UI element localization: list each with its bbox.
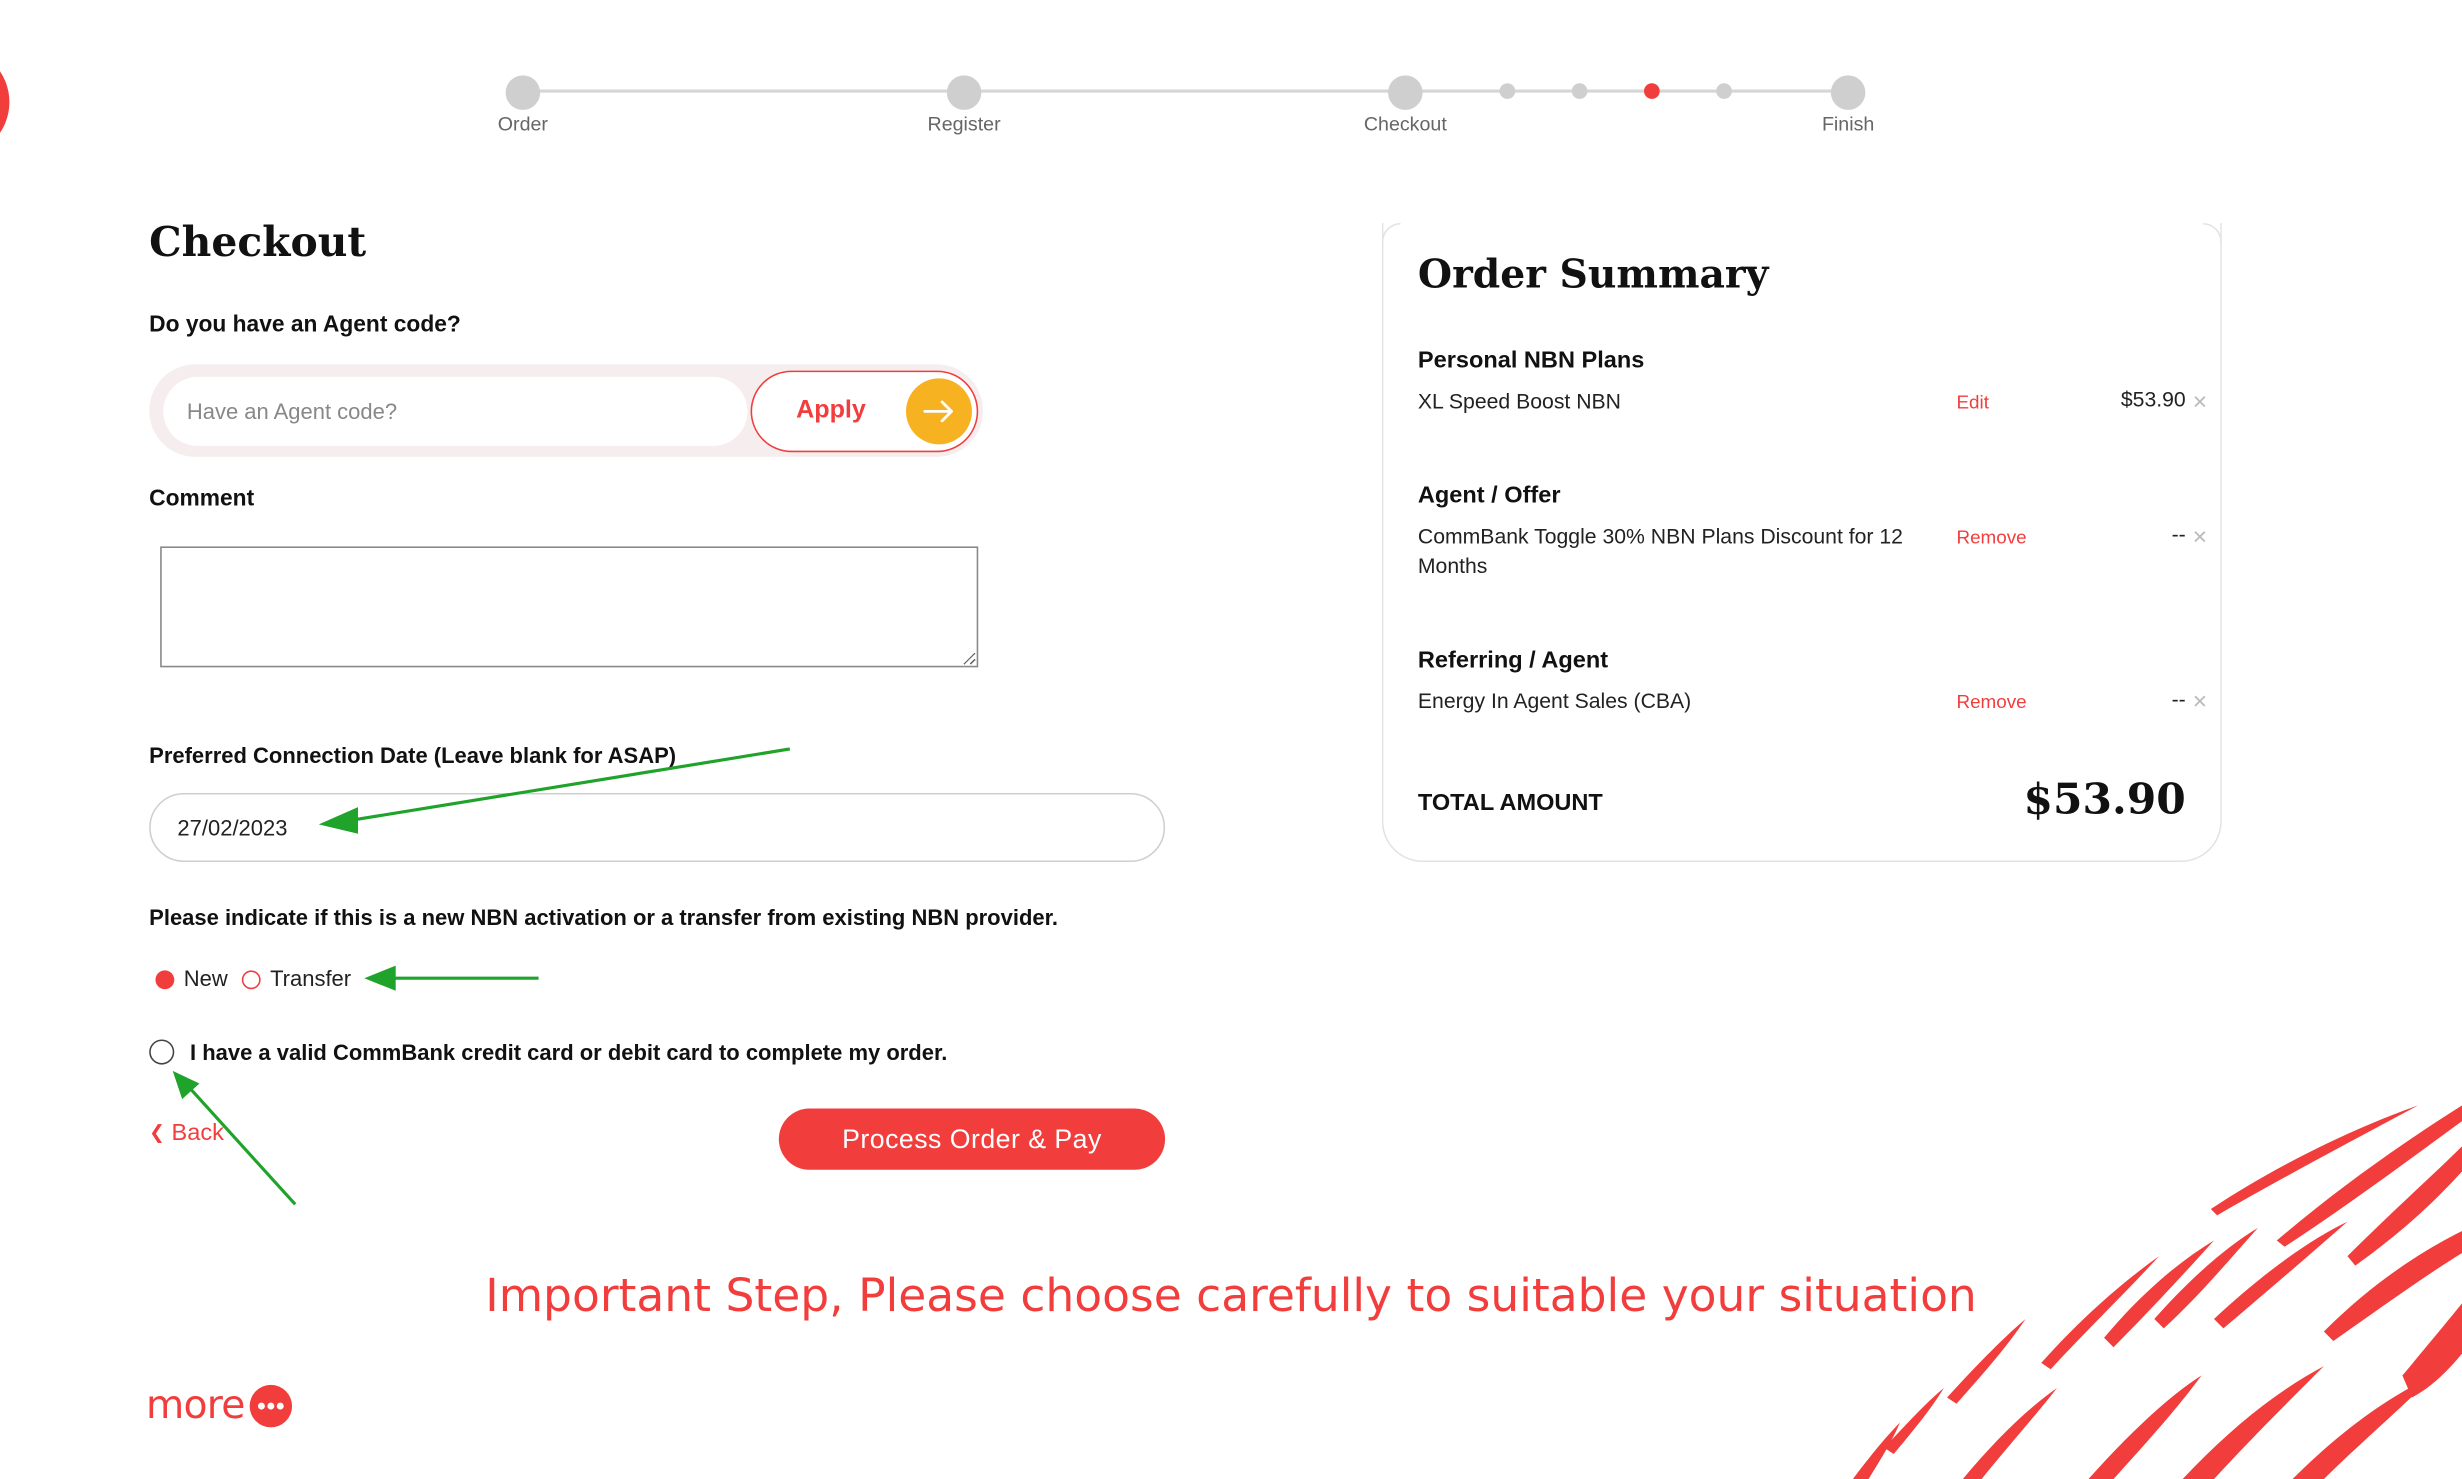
- arrow-head-icon: [364, 965, 396, 991]
- annotation-arrow-checkbox: [187, 1085, 297, 1206]
- annotation-arrow-date: [345, 747, 791, 823]
- annotation-arrows: [172, 747, 791, 1206]
- arrow-head-icon: [318, 807, 359, 834]
